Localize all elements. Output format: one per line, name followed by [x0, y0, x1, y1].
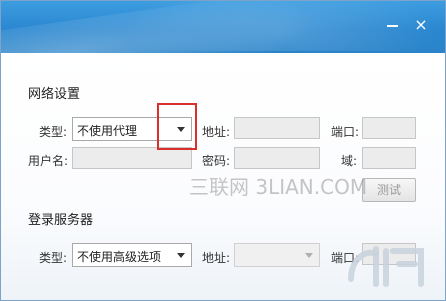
login-type-label: 类型: [39, 251, 68, 265]
logo-watermark-icon [348, 246, 424, 287]
domain-label: 域: [341, 154, 358, 168]
minimize-button[interactable] [383, 15, 403, 35]
close-button[interactable]: × [411, 15, 431, 35]
username-label: 用户名: [28, 154, 69, 168]
login-address-label: 地址: [202, 251, 231, 265]
password-input[interactable] [234, 147, 320, 169]
proxy-type-label: 类型: [39, 125, 68, 139]
username-input[interactable] [72, 147, 192, 169]
minimize-icon [387, 25, 398, 27]
dialog-content: 网络设置 类型: 不使用代理 地址: 端口: 用户名: 密码: 域: 测试 登录… [1, 53, 445, 300]
login-type-select[interactable]: 不使用高级选项 [72, 243, 192, 267]
title-bar[interactable]: × [1, 1, 445, 53]
network-settings-window: × 网络设置 类型: 不使用代理 地址: 端口: 用户名: 密码: 域: 测试 … [0, 0, 446, 301]
network-settings-title: 网络设置 [28, 87, 81, 102]
login-server-title: 登录服务器 [28, 213, 94, 228]
close-icon: × [414, 15, 428, 34]
login-address-select[interactable] [234, 243, 320, 267]
password-label: 密码: [202, 154, 231, 168]
proxy-address-input[interactable] [234, 117, 320, 139]
domain-input[interactable] [362, 147, 416, 169]
test-button[interactable]: 测试 [362, 178, 416, 202]
watermark-text: 三联网 3LIAN.COM [189, 175, 368, 199]
proxy-port-label: 端口: [331, 125, 360, 139]
proxy-type-value: 不使用代理 [77, 124, 138, 138]
login-type-value: 不使用高级选项 [77, 250, 162, 264]
chevron-down-icon[interactable] [177, 253, 185, 258]
annotation-highlight-box [157, 103, 197, 150]
proxy-port-input[interactable] [362, 117, 416, 139]
chevron-down-icon[interactable] [305, 253, 313, 258]
proxy-address-label: 地址: [202, 125, 231, 139]
